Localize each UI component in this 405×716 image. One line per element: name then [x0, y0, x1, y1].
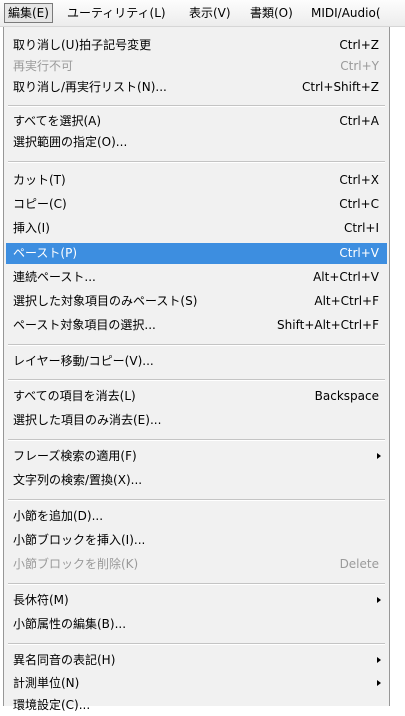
edit-dropdown-menu: 取り消し(U)拍子記号変更 Ctrl+Z 再実行不可 Ctrl+Y 取り消し/再… [3, 27, 390, 712]
menu-item-label: すべてを選択(A) [13, 114, 102, 128]
submenu-arrow-icon [377, 657, 381, 663]
menu-item-label: 文字列の検索/置換(X)... [13, 473, 143, 487]
menu-separator [8, 161, 385, 163]
menu-item-select-region[interactable]: 選択範囲の指定(O)... [6, 132, 387, 153]
menu-item-label: 小節を追加(D)... [13, 509, 104, 523]
menu-item-shortcut: Delete [339, 557, 379, 571]
menu-item-shortcut: Alt+Ctrl+V [313, 270, 379, 284]
menu-item-shortcut: Shift+Alt+Ctrl+F [277, 318, 379, 332]
menu-item-label: レイヤー移動/コピー(V)... [13, 354, 154, 368]
menu-item-clear-selected-items[interactable]: 選択した項目のみ消去(E)... [6, 410, 387, 431]
menu-separator [8, 379, 385, 381]
menu-item-cut[interactable]: カット(T) Ctrl+X [6, 170, 387, 191]
menu-item-label: 再実行不可 [13, 59, 74, 73]
menu-item-repeat-paste[interactable]: 連続ペースト... Alt+Ctrl+V [6, 267, 387, 288]
menu-item-shortcut: Ctrl+I [344, 221, 379, 235]
menu-item-insert-measure-block[interactable]: 小節ブロックを挿入(I)... [6, 530, 387, 551]
menu-separator [8, 344, 385, 346]
menubar: 編集(E) ユーティリティ(L) 表示(V) 書類(O) MIDI/Audio( [0, 0, 405, 27]
menu-item-undo-redo-list[interactable]: 取り消し/再実行リスト(N)... Ctrl+Shift+Z [6, 77, 387, 98]
menu-separator [8, 439, 385, 441]
menu-item-shortcut: Ctrl+V [339, 246, 379, 260]
menu-item-add-measures[interactable]: 小節を追加(D)... [6, 506, 387, 527]
menu-item-label: 小節ブロックを削除(K) [13, 557, 139, 571]
menu-item-layer-move-copy[interactable]: レイヤー移動/コピー(V)... [6, 351, 387, 372]
menu-item-paste[interactable]: ペースト(P) Ctrl+V [6, 243, 387, 264]
menu-document[interactable]: 書類(O) [247, 4, 296, 22]
menu-item-label: 取り消し/再実行リスト(N)... [13, 80, 167, 94]
menu-separator [8, 105, 385, 107]
menu-item-label: 連続ペースト... [13, 270, 96, 284]
menu-item-label: フレーズ検索の適用(F) [13, 449, 137, 463]
menu-separator [8, 643, 385, 645]
submenu-arrow-icon [377, 597, 381, 603]
submenu-arrow-icon [377, 453, 381, 459]
menu-item-label: 小節ブロックを挿入(I)... [13, 533, 146, 547]
menu-item-label: すべての項目を消去(L) [13, 389, 136, 403]
menu-item-label: 選択した対象項目のみペースト(S) [13, 294, 198, 308]
menu-item-label: カット(T) [13, 173, 66, 187]
menu-edit[interactable]: 編集(E) [4, 3, 53, 23]
menu-item-shortcut: Ctrl+X [339, 173, 379, 187]
menu-midi-audio[interactable]: MIDI/Audio( [308, 4, 384, 22]
menu-item-label: ペースト(P) [13, 246, 77, 260]
menu-item-label: ペースト対象項目の選択... [13, 318, 156, 332]
submenu-arrow-icon [377, 680, 381, 686]
menu-separator [8, 499, 385, 501]
menu-item-clear-all-items[interactable]: すべての項目を消去(L) Backspace [6, 386, 387, 407]
menu-item-label: コピー(C) [13, 197, 67, 211]
menu-item-shortcut: Alt+Ctrl+F [314, 294, 379, 308]
menu-item-delete-measure-block: 小節ブロックを削除(K) Delete [6, 554, 387, 575]
menu-item-label: 選択した項目のみ消去(E)... [13, 413, 162, 427]
menu-item-apply-phrase-search[interactable]: フレーズ検索の適用(F) [6, 446, 387, 467]
menu-item-label: 挿入(I) [13, 221, 50, 235]
menu-item-redo: 再実行不可 Ctrl+Y [6, 56, 387, 77]
menu-item-label: 異名同音の表記(H) [13, 653, 116, 667]
menu-item-paste-selected-items[interactable]: 選択した対象項目のみペースト(S) Alt+Ctrl+F [6, 291, 387, 312]
menu-item-shortcut: Ctrl+Y [340, 59, 379, 73]
menu-utility[interactable]: ユーティリティ(L) [64, 4, 169, 22]
menu-item-find-replace-text[interactable]: 文字列の検索/置換(X)... [6, 470, 387, 491]
menu-item-shortcut: Ctrl+C [339, 197, 379, 211]
menu-item-label: 取り消し(U)拍子記号変更 [13, 38, 152, 52]
menu-separator [8, 583, 385, 585]
menu-item-shortcut: Ctrl+Z [339, 38, 379, 52]
menu-item-undo[interactable]: 取り消し(U)拍子記号変更 Ctrl+Z [6, 35, 387, 56]
menu-item-multimeasure-rest[interactable]: 長休符(M) [6, 590, 387, 611]
menu-item-label: 選択範囲の指定(O)... [13, 135, 128, 149]
menu-item-edit-measure-attributes[interactable]: 小節属性の編集(B)... [6, 614, 387, 635]
menu-item-insert[interactable]: 挿入(I) Ctrl+I [6, 218, 387, 239]
menu-item-shortcut: Ctrl+A [339, 114, 379, 128]
menu-item-label: 小節属性の編集(B)... [13, 617, 127, 631]
menu-item-select-all[interactable]: すべてを選択(A) Ctrl+A [6, 111, 387, 132]
menu-view[interactable]: 表示(V) [186, 4, 234, 22]
menu-item-copy[interactable]: コピー(C) Ctrl+C [6, 194, 387, 215]
menu-item-shortcut: Backspace [314, 389, 379, 403]
menu-item-shortcut: Ctrl+Shift+Z [302, 80, 379, 94]
menu-item-enharmonic-spelling[interactable]: 異名同音の表記(H) [6, 650, 387, 671]
menu-item-measurement-units[interactable]: 計測単位(N) [6, 673, 387, 694]
menu-item-label: 長休符(M) [13, 593, 69, 607]
menu-item-label: 計測単位(N) [13, 676, 80, 690]
menu-item-choose-paste-items[interactable]: ペースト対象項目の選択... Shift+Alt+Ctrl+F [6, 315, 387, 336]
